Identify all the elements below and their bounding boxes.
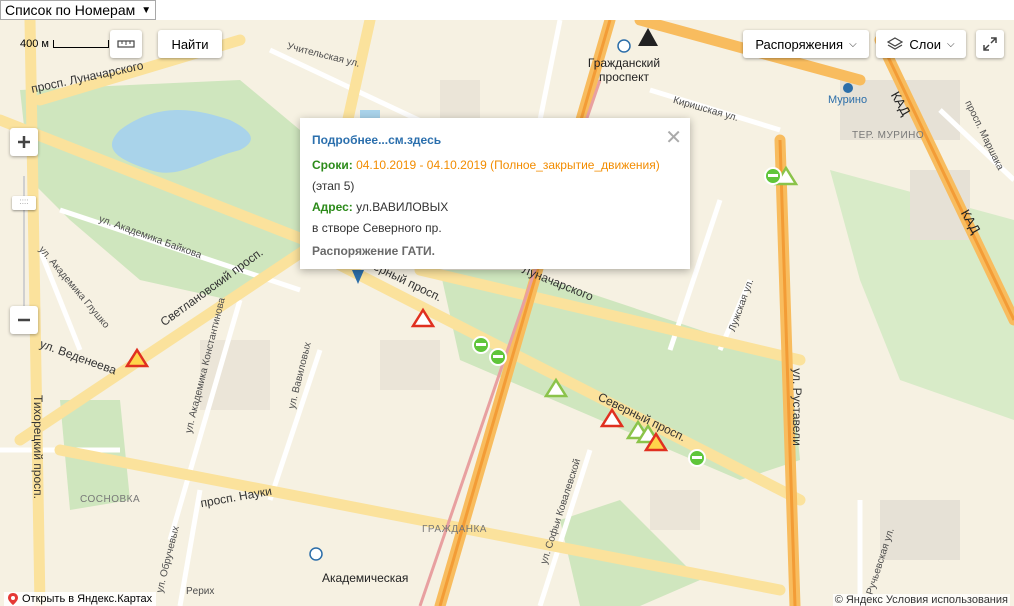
list-select-value: Список по Номерам [5, 2, 136, 18]
label-perekhod: Pерих [186, 586, 215, 597]
label-sosnovka: СОСНОВКА [80, 494, 141, 505]
scale-value: 400 м [20, 38, 49, 50]
map-scale: 400 м [20, 38, 109, 50]
label-rustaveli: ул. Руставели [789, 368, 804, 446]
order-text: Распоряжение ГАТИ. [312, 244, 436, 258]
map-base [0, 20, 1014, 606]
zoom-out-button[interactable] [10, 306, 38, 334]
orders-dropdown[interactable]: Распоряжения ⌵ [743, 30, 869, 58]
scale-bar [52, 40, 109, 48]
fullscreen-button[interactable] [976, 30, 1004, 58]
label-ter-murino: ТЕР. МУРИНО [852, 130, 925, 141]
chevron-down-icon: ⌵ [947, 38, 955, 50]
label-murino: Мурино [828, 94, 868, 106]
label-grazhdanka: ГРАЖДАНКА [422, 524, 487, 535]
ruler-button[interactable] [110, 30, 142, 58]
orders-label: Распоряжения [755, 36, 844, 52]
minus-icon [18, 318, 30, 322]
period-label: Сроки: [312, 158, 353, 172]
period-value: 04.10.2019 - 04.10.2019 (Полное_закрытие… [356, 158, 660, 172]
chevron-down-icon: ⌵ [849, 38, 857, 50]
address-row: Адрес: ул.ВАВИЛОВЫХ [312, 197, 678, 218]
label-tikhoretsky: Тихорецкий просп. [30, 395, 45, 499]
label-akademicheskaya-station: Академическая [322, 571, 409, 585]
label-grazhdansky-station: Гражданский проспект [587, 56, 661, 84]
address-detail: в створе Северного пр. [312, 221, 442, 235]
open-in-yandex-link[interactable]: Открыть в Яндекс.Картах [4, 592, 157, 606]
layers-icon [887, 37, 904, 50]
map-area[interactable]: Северный просп. Северный просп. Светлано… [0, 20, 1014, 606]
ruler-icon [117, 40, 135, 48]
period-row: Сроки: 04.10.2019 - 04.10.2019 (Полное_з… [312, 155, 678, 176]
expand-icon [983, 37, 997, 51]
address-value: ул.ВАВИЛОВЫХ [356, 200, 449, 214]
close-icon[interactable]: ✕ [665, 128, 682, 148]
zoom-handle[interactable]: :::: [12, 196, 36, 210]
open-in-yandex-label: Открыть в Яндекс.Картах [22, 593, 153, 605]
find-label: Найти [171, 36, 209, 52]
list-select[interactable]: Список по Номерам ▼ [0, 0, 157, 20]
incident-popup: Подробнее...см.здесь Сроки: 04.10.2019 -… [300, 118, 690, 269]
find-button[interactable]: Найти [158, 30, 222, 58]
stage-text: (этап 5) [312, 179, 355, 193]
details-link[interactable]: Подробнее...см.здесь [312, 130, 678, 151]
copyright[interactable]: © Яндекс Условия использования [832, 594, 1010, 606]
address-label: Адрес: [312, 200, 353, 214]
chevron-down-icon: ▼ [141, 4, 152, 16]
pin-icon [8, 593, 18, 605]
layers-dropdown[interactable]: Слои ⌵ [876, 30, 966, 58]
layers-label: Слои [909, 36, 942, 52]
